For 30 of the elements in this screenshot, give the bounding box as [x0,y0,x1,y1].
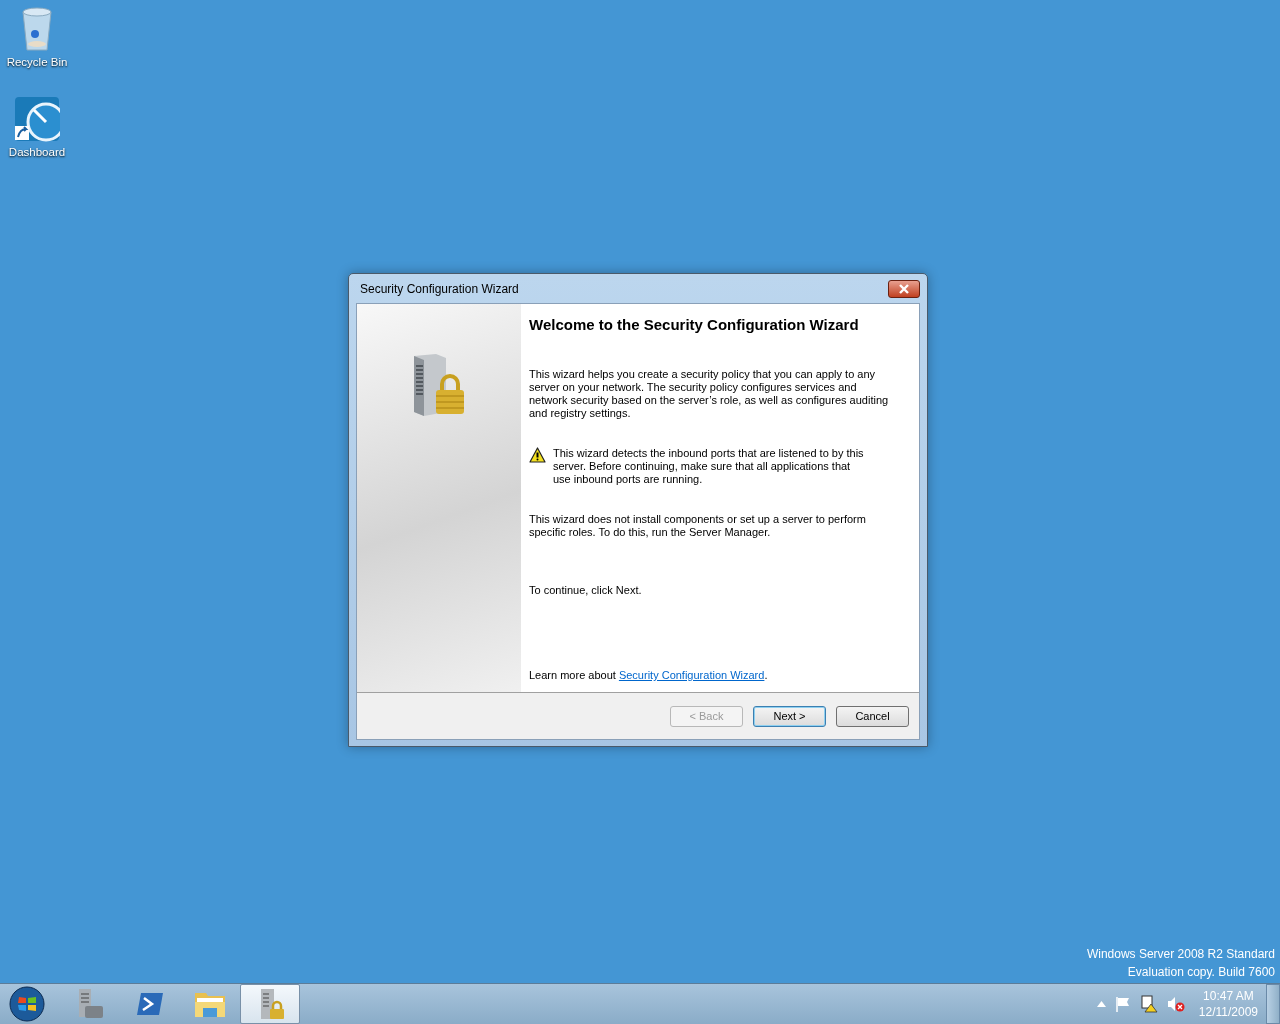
close-button[interactable] [888,279,920,298]
learn-more-text: Learn more about Security Configuration Wizard. [529,669,769,682]
start-button[interactable] [9,986,45,1022]
os-notice-text: Evaluation copy. Build 7600 [1127,964,1275,981]
os-notice-text: Windows Server 2008 R2 Standard [1086,946,1275,963]
warning-text: This wizard detects the inbound ports that are listened to by this server. Before continuing, make sure that all applications that use inbound ports are running. [553,447,865,486]
speaker-muted-icon[interactable] [1166,996,1185,1012]
gauge-icon[interactable] [14,96,60,142]
paragraph: This wizard helps you create a security policy that you can apply to any server on your network. The security policy configures services and network security based on the server’s role, as well as configures auditing and registry settings. [529,368,889,420]
clock[interactable]: 10:47 AM 12/11/2009 [1198,988,1258,1020]
taskbar-button[interactable] [240,984,300,1024]
clock-date: 12/11/2009 [1198,1004,1258,1020]
desktop-icon-label[interactable]: Recycle Bin [6,56,68,68]
shell-icon [136,991,164,1017]
clock-time: 10:47 AM [1203,988,1254,1004]
network-warning-icon[interactable] [1139,995,1158,1013]
wizard-heading: Welcome to the Security Configuration Wizard [529,316,860,333]
flag-icon[interactable] [1114,996,1131,1012]
wizard-button[interactable]: Cancel [836,705,909,727]
tray-arrow-icon[interactable] [1096,1001,1106,1007]
paragraph: This wizard does not install components or set up a server to perform specific roles. To do this, run the Server Manager. [529,513,867,539]
warning-icon [529,447,546,463]
recycle-bin-icon[interactable] [19,6,55,52]
folder-icon [194,990,226,1018]
close-icon [898,283,910,294]
desktop-icon-label[interactable]: Dashboard [8,146,66,158]
show-desktop-button[interactable] [1266,984,1280,1024]
wizard-button[interactable]: Next > [753,705,826,727]
paragraph: To continue, click Next. [529,584,643,597]
window-title: Security Configuration Wizard [359,281,519,296]
